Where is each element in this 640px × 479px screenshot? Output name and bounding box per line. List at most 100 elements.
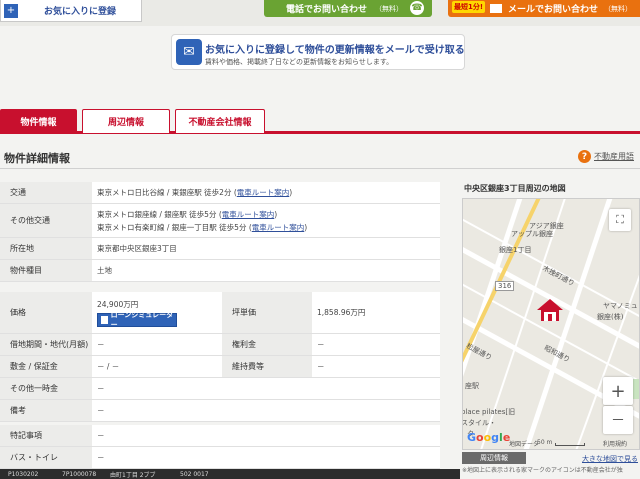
tab-property-info[interactable]: 物件情報 bbox=[0, 109, 77, 133]
envelope-icon bbox=[490, 4, 502, 13]
price-label: 敷金 / 保証金 bbox=[0, 356, 92, 377]
price-value: － bbox=[97, 384, 105, 393]
price-table: 価格 24,900万円 ローンシミュレーター 坪単価 1,858.96万円 借地… bbox=[0, 292, 440, 422]
map-label: 銀座(株) bbox=[597, 313, 624, 321]
notes-value: － bbox=[97, 431, 105, 440]
price-label: 権利金 bbox=[222, 334, 312, 355]
mail-inquiry-note: （無料） bbox=[604, 4, 633, 13]
price-label: 備考 bbox=[0, 400, 92, 421]
map-label: 銀座1丁目 bbox=[499, 246, 532, 254]
map-label: ヤマノミュ bbox=[603, 302, 638, 310]
house-marker-icon[interactable] bbox=[535, 297, 565, 323]
detail-table: 交通 東京メトロ日比谷線 / 東銀座駅 徒歩2分 (電車ルート案内) その他交通… bbox=[0, 182, 440, 282]
detail-value: 東京メトロ有楽町線 / 銀座一丁目駅 徒歩5分 bbox=[97, 222, 247, 232]
price-row: その他一時金 － bbox=[0, 378, 440, 400]
detail-value: 東京メトロ日比谷線 / 東銀座駅 徒歩2分 bbox=[97, 188, 232, 197]
notes-table: 特記事項 － バス・トイレ － bbox=[0, 425, 440, 469]
divider bbox=[0, 168, 640, 169]
question-icon: ? bbox=[578, 150, 591, 163]
detail-label: 物件種目 bbox=[0, 260, 92, 281]
detail-label: 交通 bbox=[0, 182, 92, 203]
status-bar: P1030202 7P1000078 由町1丁目 2ブブ 502 0017 bbox=[0, 469, 460, 479]
area-map[interactable]: アップル銀座 アジア銀座 銀座1丁目 316 木挽町通り ヤマノミュ 銀座(株)… bbox=[462, 198, 640, 450]
detail-value: 東京メトロ銀座線 / 銀座駅 徒歩5分 bbox=[97, 209, 217, 219]
detail-row-type: 物件種目 土地 bbox=[0, 260, 440, 282]
tab-agency-info[interactable]: 不動産会社情報 bbox=[175, 109, 265, 133]
tsubo-value: 1,858.96万円 bbox=[317, 308, 366, 317]
map-label: スタイル・ bbox=[462, 419, 496, 427]
price-row: 備考 － bbox=[0, 400, 440, 422]
map-title: 中央区銀座3丁目周辺の地図 bbox=[464, 184, 566, 193]
price-value: － / － bbox=[97, 362, 120, 371]
price-value: － bbox=[97, 340, 105, 349]
detail-row-access: 交通 東京メトロ日比谷線 / 東銀座駅 徒歩2分 (電車ルート案内) bbox=[0, 182, 440, 204]
train-route-link[interactable]: 電車ルート案内 bbox=[252, 223, 305, 232]
map-label: place pilates[旧 bbox=[462, 408, 516, 416]
tab-nearby-info[interactable]: 周辺情報 bbox=[82, 109, 170, 133]
phone-inquiry-button[interactable]: 電話でお問い合わせ （無料） ☎ bbox=[264, 0, 432, 17]
promo-title: お気に入りに登録して物件の更新情報をメールで受け取る bbox=[205, 45, 465, 56]
plus-icon: + bbox=[4, 3, 18, 18]
map-actions: 周辺情報 大きな地図で見る bbox=[462, 452, 640, 466]
notes-row: バス・トイレ － bbox=[0, 447, 440, 469]
detail-value: 土地 bbox=[97, 266, 112, 275]
map-label: 座駅 bbox=[465, 382, 479, 390]
notes-label: 特記事項 bbox=[0, 425, 92, 446]
map-note: ※地図上に表示される家マークのアイコンは不動産会社が独 bbox=[462, 467, 623, 474]
price-row: 価格 24,900万円 ローンシミュレーター 坪単価 1,858.96万円 bbox=[0, 292, 440, 334]
mail-inquiry-label: メールでお問い合わせ bbox=[508, 5, 599, 15]
loan-simulator-label: ローンシミュレーター bbox=[110, 310, 174, 329]
map-label: アジア銀座 bbox=[529, 222, 564, 230]
property-tabs: 物件情報 周辺情報 不動産会社情報 bbox=[0, 108, 640, 134]
loan-simulator-button[interactable]: ローンシミュレーター bbox=[97, 310, 177, 329]
nearby-info-button[interactable]: 周辺情報 bbox=[462, 452, 526, 464]
price-value: － bbox=[317, 340, 325, 349]
glossary-label: 不動産用語 bbox=[594, 152, 634, 161]
train-route-link[interactable]: 電車ルート案内 bbox=[237, 188, 290, 197]
price-value: 24,900万円 bbox=[97, 299, 139, 309]
top-action-bar: + お気に入りに登録 電話でお問い合わせ （無料） ☎ 最短1分! メールでお問… bbox=[0, 0, 640, 26]
price-row: 借地期間・地代(月額) － 権利金 － bbox=[0, 334, 440, 356]
price-value: － bbox=[317, 362, 325, 371]
phone-icon: ☎ bbox=[410, 1, 424, 15]
detail-value: 東京都中央区銀座3丁目 bbox=[97, 244, 177, 253]
detail-row-address: 所在地 東京都中央区銀座3丁目 bbox=[0, 238, 440, 260]
mail-fast-badge: 最短1分! bbox=[452, 1, 486, 13]
notes-label: バス・トイレ bbox=[0, 447, 92, 468]
phone-inquiry-label: 電話でお問い合わせ bbox=[286, 5, 368, 15]
price-label: 価格 bbox=[0, 292, 92, 333]
mail-inquiry-button[interactable]: 最短1分! メールでお問い合わせ （無料） bbox=[448, 0, 640, 17]
train-route-link[interactable]: 電車ルート案内 bbox=[222, 210, 275, 219]
zoom-out-button[interactable]: － bbox=[603, 406, 633, 434]
notes-value: － bbox=[97, 453, 105, 462]
add-favorite-label: お気に入りに登録 bbox=[44, 7, 117, 17]
favorite-promo-banner[interactable]: ✉ お気に入りに登録して物件の更新情報をメールで受け取る 賃料や価格、掲載終了日… bbox=[171, 34, 465, 70]
detail-label: その他交通 bbox=[0, 204, 92, 237]
zoom-in-button[interactable]: + bbox=[603, 377, 633, 405]
price-value: － bbox=[97, 406, 105, 415]
route-number-label: 316 bbox=[495, 281, 515, 291]
price-label: 維持費等 bbox=[222, 356, 312, 377]
terms-link[interactable]: 利用規約 bbox=[603, 439, 627, 448]
detail-row-other-access: その他交通 東京メトロ銀座線 / 銀座駅 徒歩5分 (電車ルート案内) 東京メト… bbox=[0, 204, 440, 238]
price-row: 敷金 / 保証金 － / － 維持費等 － bbox=[0, 356, 440, 378]
promo-subtitle: 賃料や価格、掲載終了日などの更新情報をお知らせします。 bbox=[205, 58, 394, 66]
google-logo: Google bbox=[467, 431, 511, 444]
fullscreen-button[interactable]: ⛶ bbox=[609, 209, 631, 231]
glossary-link[interactable]: ? 不動産用語 bbox=[578, 150, 634, 163]
status-code: 502 0017 bbox=[180, 470, 209, 478]
big-map-link[interactable]: 大きな地図で見る bbox=[582, 454, 638, 464]
map-scale-label: 50 m bbox=[537, 439, 553, 446]
map-data-label: 地図データ bbox=[509, 441, 540, 448]
add-favorite-button[interactable]: + お気に入りに登録 bbox=[0, 0, 142, 22]
section-title: 物件詳細情報 bbox=[4, 152, 70, 165]
price-label: 借地期間・地代(月額) bbox=[0, 334, 92, 355]
status-code: P1030202 bbox=[8, 470, 39, 478]
phone-inquiry-note: （無料） bbox=[375, 4, 404, 13]
tsubo-label: 坪単価 bbox=[222, 292, 312, 333]
detail-label: 所在地 bbox=[0, 238, 92, 259]
scale-bar bbox=[555, 443, 585, 446]
price-label: その他一時金 bbox=[0, 378, 92, 399]
calculator-icon bbox=[101, 315, 108, 324]
notes-row: 特記事項 － bbox=[0, 425, 440, 447]
